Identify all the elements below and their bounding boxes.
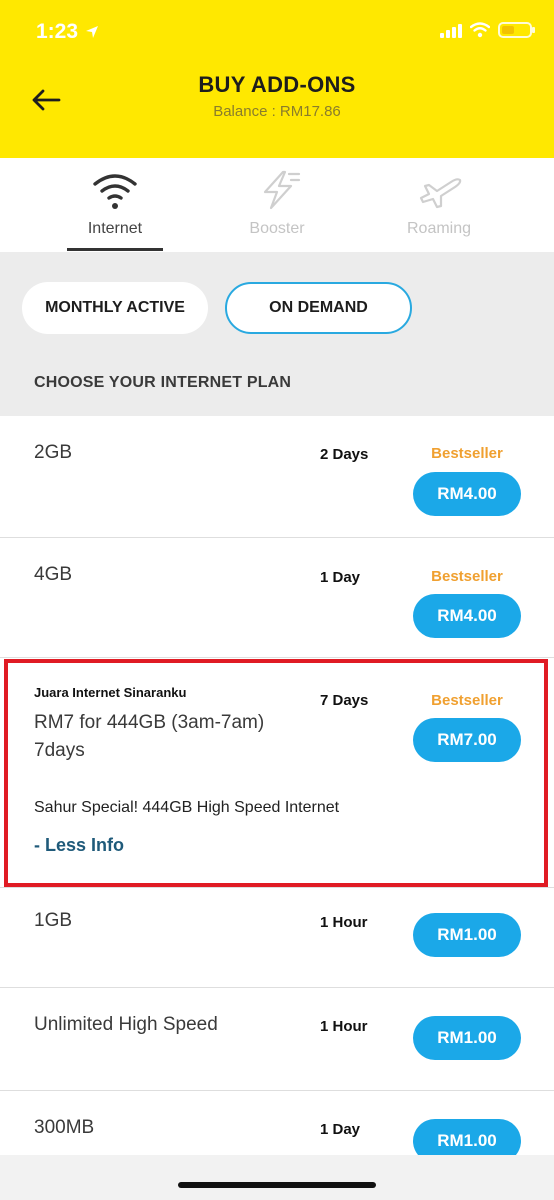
tab-booster-label: Booster — [249, 220, 305, 237]
location-arrow-icon — [86, 26, 99, 38]
buy-price-button[interactable]: RM4.00 — [413, 594, 521, 638]
wifi-icon — [93, 174, 137, 209]
tab-internet[interactable]: Internet — [55, 158, 175, 252]
tab-internet-label: Internet — [87, 220, 143, 237]
monthly-active-toggle[interactable]: MONTHLY ACTIVE — [22, 282, 208, 334]
plan-row-expanded: Juara Internet Sinaranku RM7 for 444GB (… — [0, 658, 554, 888]
plan-duration: 2 Days — [320, 446, 369, 463]
plan-name: 1GB — [34, 910, 73, 931]
tab-booster[interactable]: Booster — [217, 158, 337, 252]
status-time: 1:23 — [36, 20, 79, 43]
plan-name: 300MB — [34, 1117, 95, 1138]
plan-name: 4GB — [34, 564, 73, 585]
plan-duration: 1 Hour — [320, 1018, 368, 1035]
home-bar-area — [0, 1155, 554, 1200]
plan-row: 2GB 2 Days Bestseller RM4.00 — [0, 416, 554, 538]
bestseller-badge: Bestseller — [431, 568, 503, 585]
plan-row: Unlimited High Speed 1 Hour RM1.00 — [0, 988, 554, 1091]
page-title: BUY ADD-ONS — [198, 72, 356, 97]
buy-price-button[interactable]: RM4.00 — [413, 472, 521, 516]
filter-section: MONTHLY ACTIVE ON DEMAND CHOOSE YOUR INT… — [0, 252, 554, 416]
plan-row: 4GB 1 Day Bestseller RM4.00 — [0, 538, 554, 658]
tab-roaming-label: Roaming — [406, 220, 472, 237]
airplane-icon — [419, 178, 462, 209]
bestseller-badge: Bestseller — [431, 692, 503, 709]
on-demand-toggle[interactable]: ON DEMAND — [225, 282, 412, 334]
battery-icon — [498, 22, 535, 38]
wifi-status-icon — [470, 22, 490, 38]
buy-price-button[interactable]: RM1.00 — [413, 913, 521, 957]
buy-price-button[interactable]: RM1.00 — [413, 1016, 521, 1060]
plan-row: 1GB 1 Hour RM1.00 — [0, 888, 554, 988]
plan-duration: 1 Hour — [320, 914, 368, 931]
plan-name: 2GB — [34, 442, 73, 463]
plan-duration: 1 Day — [320, 1121, 361, 1138]
active-tab-indicator — [67, 248, 163, 251]
bolt-icon — [263, 170, 301, 210]
header-bar: 1:23 BUY ADD-ONS Balance : RM17.86 — [0, 0, 554, 158]
bestseller-badge: Bestseller — [431, 445, 503, 462]
plan-subtitle: Juara Internet Sinaranku — [34, 685, 187, 700]
plan-duration: 1 Day — [320, 569, 361, 586]
category-tabs: Internet Booster Roaming — [0, 158, 554, 252]
plan-duration: 7 Days — [320, 692, 369, 709]
plan-name: Unlimited High Speed — [34, 1014, 218, 1035]
section-heading: CHOOSE YOUR INTERNET PLAN — [34, 374, 292, 391]
tab-roaming[interactable]: Roaming — [379, 158, 499, 252]
status-bar: 1:23 — [0, 0, 554, 62]
home-indicator[interactable] — [178, 1182, 376, 1188]
balance-text: Balance : RM17.86 — [213, 103, 341, 120]
plan-name-line2: 7days — [34, 740, 85, 761]
less-info-link[interactable]: - Less Info — [34, 835, 124, 856]
plan-name-line1: RM7 for 444GB (3am-7am) — [34, 712, 265, 733]
cellular-signal-icon — [440, 22, 462, 38]
status-icons — [440, 22, 535, 38]
status-time-group: 1:23 — [36, 20, 100, 44]
plan-description: Sahur Special! 444GB High Speed Internet — [34, 799, 340, 816]
buy-price-button[interactable]: RM7.00 — [413, 718, 521, 762]
